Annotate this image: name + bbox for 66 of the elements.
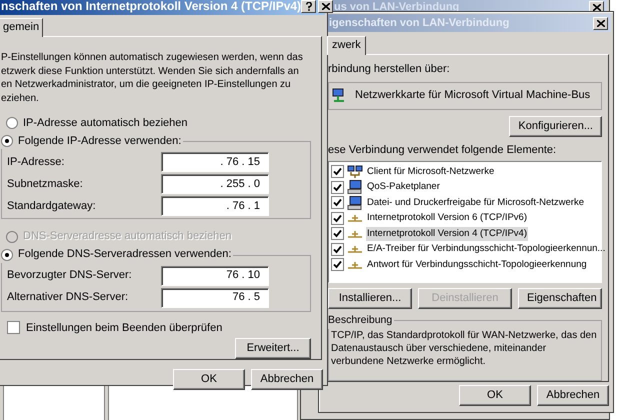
radio-label: Folgende DNS-Serveradressen verwenden: [18,247,232,262]
tab[interactable]: gemein [0,18,44,37]
close-button[interactable] [593,16,608,30]
protocol-icon [347,228,363,239]
computer-icon [347,180,363,194]
field-label: IP-Adresse: [7,154,66,170]
radio-label: Folgende IP-Adresse verwenden: [18,134,182,149]
checkbox[interactable] [331,165,344,178]
checkbox[interactable] [331,180,344,194]
protocol-icon [347,244,363,254]
list-item[interactable]: Client für Microsoft-Netzwerke [366,164,496,179]
checkbox[interactable] [331,242,344,256]
radio-button[interactable] [6,117,18,129]
dialog-button[interactable]: OK [173,369,245,390]
checkbox[interactable] [7,321,20,334]
ip-address-field[interactable]: . 76 . 15 [161,152,269,172]
group-title: Beschreibung [328,313,394,329]
close-icon [592,4,600,11]
checkbox[interactable] [331,212,344,225]
adapter-name: Netzwerkkarte für Microsoft Virtual Machine-Bus [355,88,590,104]
help-icon [306,2,312,10]
window-title: nschaften von Internetprotokoll Version 4 (TCP/IPv4) [1,0,302,15]
dialog-button[interactable]: Installieren... [328,288,412,309]
computer-icon [347,196,363,210]
list-item[interactable]: E/A-Treiber für Verbindungsschicht-Topologieerkennun... [366,242,606,256]
checkbox[interactable] [331,196,344,210]
help-button[interactable] [301,0,316,12]
dialog-button[interactable]: Konfigurieren... [509,116,602,136]
network-computers-icon [347,164,363,179]
ip-address-field[interactable]: . 255 . 0 [161,174,269,194]
checkbox[interactable] [331,227,344,240]
ip-address-field[interactable]: . 76 . 1 [161,196,269,216]
intro-text: P-Einstellungen können automatisch zugewiesen werden, wenn das etzwerk diese Funktion unterstützt. Wenden Sie sich andernfalls an en Netzwerkadministrator, um die geeigneten IP-Einstellungen zu eziehen. [1,51,303,105]
window-title: igenschaften von LAN-Verbindung [329,16,510,31]
dialog-button[interactable]: Eigenschaften [518,288,602,309]
ip-address-field[interactable]: 76 . 5 [161,288,269,308]
close-icon [322,2,330,10]
field-label: Subnetzmaske: [7,176,84,192]
section-label: rbindung herstellen über: [328,62,451,77]
close-button[interactable] [318,0,334,12]
description-text: TCP/IP, das Standardprotokoll für WAN-Netzwerke, das den Datenaustausch über verschiedene, miteinander verbundene Netzwerke ermöglicht. [330,328,598,368]
protocol-icon [347,213,363,224]
section-label: ese Verbindung verwendet folgende Elemente: [328,142,558,158]
checkbox-label: Einstellungen beim Beenden überprüfen [26,320,222,336]
dialog-button[interactable]: Abbrechen [537,385,609,406]
network-adapter-icon [331,88,347,104]
close-icon [596,20,604,26]
field-label: Bevorzugter DNS-Server: [7,268,133,284]
ip-address-field[interactable]: 76 . 10 [161,266,269,286]
radio-button[interactable] [1,248,13,261]
checkbox[interactable] [331,258,344,272]
tab[interactable]: zwerk [327,36,366,55]
list-item[interactable]: QoS-Paketplaner [366,180,441,194]
field-label: Alternativer DNS-Server: [7,290,130,306]
field-label: Standardgateway: [7,198,97,214]
list-item[interactable]: Internetprotokoll Version 4 (TCP/IPv4) [366,226,528,241]
protocol-icon [347,260,363,270]
list-item[interactable]: Internetprotokoll Version 6 (TCP/IPv6) [366,211,528,226]
list-item[interactable]: Antwort für Verbindungsschicht-Topologieerkennung [366,258,588,272]
window-title: us von LAN-Verbindung [334,0,460,16]
dialog-button[interactable]: Abbrechen [251,369,323,390]
radio-label: IP-Adresse automatisch beziehen [23,116,188,131]
dialog-button[interactable]: OK [459,385,531,406]
list-item[interactable]: Datei- und Druckerfreigabe für Microsoft-Netzwerke [366,196,585,210]
dialog-button[interactable]: Erweitert... [235,338,311,359]
radio-button[interactable] [1,135,13,147]
